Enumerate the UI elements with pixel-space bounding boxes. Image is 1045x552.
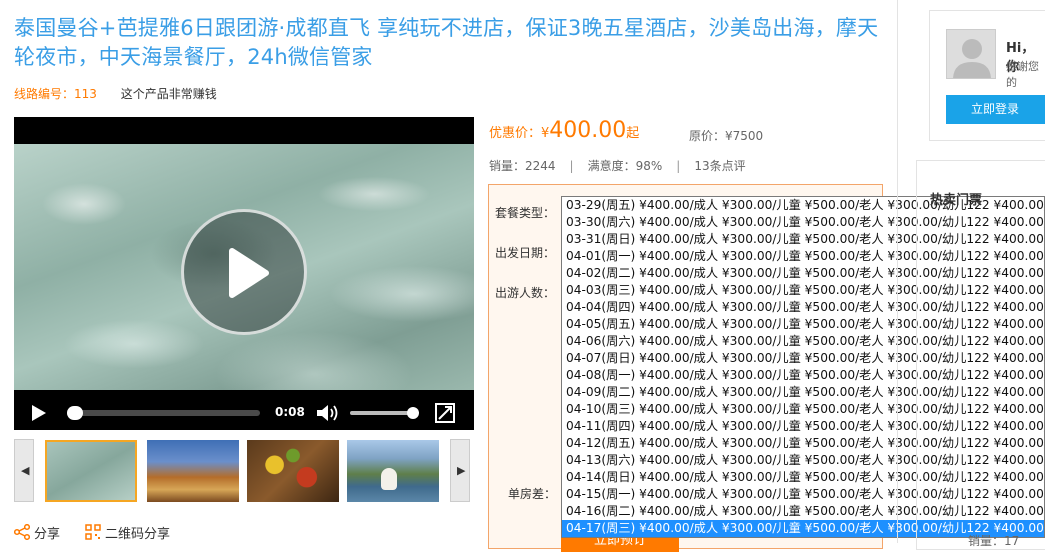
login-button[interactable]: 立即登录 [946,95,1045,124]
satisfaction-rate: 满意度：98% [587,159,663,173]
thumbnail-next-button[interactable]: ▶ [450,439,470,502]
video-controls: 0:08 [14,396,474,430]
fullscreen-icon[interactable] [435,403,455,423]
route-number: 线路编号：113 [14,87,97,101]
review-count[interactable]: 13条点评 [694,159,745,173]
avatar [946,29,996,79]
share-link[interactable]: 分享 [34,523,60,542]
hot-tickets-title: 热卖门票 [930,193,983,208]
qr-share-link[interactable]: 二维码分享 [105,523,170,542]
video-player[interactable]: 0:08 [14,117,474,430]
thumbnail-prev-button[interactable]: ◀ [14,439,34,502]
arrow-right-icon: ▶ [457,464,466,477]
hot-item-sales: 销量：17 [968,534,1020,548]
route-info: 线路编号：113 这个产品非常赚钱 [14,85,217,102]
volume-handle[interactable] [407,407,419,419]
swan-icon [381,468,397,490]
single-room-label: 单房差： [508,487,557,501]
price-line: 优惠价：¥400.00起 [489,118,639,143]
progress-bar[interactable] [67,410,260,416]
hot-tickets-panel [916,160,1045,550]
play-icon[interactable] [30,404,48,422]
sales-count: 销量：2244 [489,159,556,173]
thumbnail-swan-lake[interactable] [347,440,439,502]
thanks-text: 感谢您的 [1006,60,1039,89]
thumbnail-temple[interactable] [147,440,239,502]
product-title: 泰国曼谷+芭提雅6日跟团游·成都直飞 享纯玩不进店，保证3晚五星酒店，沙美岛出海… [14,16,879,69]
thumbnail-food[interactable] [247,440,339,502]
original-price: 原价：¥7500 [689,129,764,143]
thumbnail-water[interactable] [45,440,137,502]
play-overlay-button[interactable] [181,209,307,335]
play-icon [229,248,269,298]
traveler-count-label: 出游人数： [495,286,556,300]
discount-price-value: 400.00 [549,118,627,143]
discount-price-label: 优惠价：¥ [489,126,550,141]
qr-code-icon[interactable] [85,524,101,540]
departure-date-label: 出发日期： [495,246,556,260]
arrow-left-icon: ◀ [21,464,30,477]
price-unit: 起 [626,126,640,141]
video-time: 0:08 [275,405,305,419]
volume-slider[interactable] [350,411,414,415]
progress-handle[interactable] [67,406,83,420]
package-type-label: 套餐类型： [495,206,556,220]
user-icon [953,39,991,78]
route-note: 这个产品非常赚钱 [120,87,217,101]
volume-icon[interactable] [316,404,340,422]
share-icon[interactable] [14,524,30,540]
sidebar-divider [897,0,898,543]
product-stats: 销量：2244 | 满意度：98% | 13条点评 [489,159,746,173]
